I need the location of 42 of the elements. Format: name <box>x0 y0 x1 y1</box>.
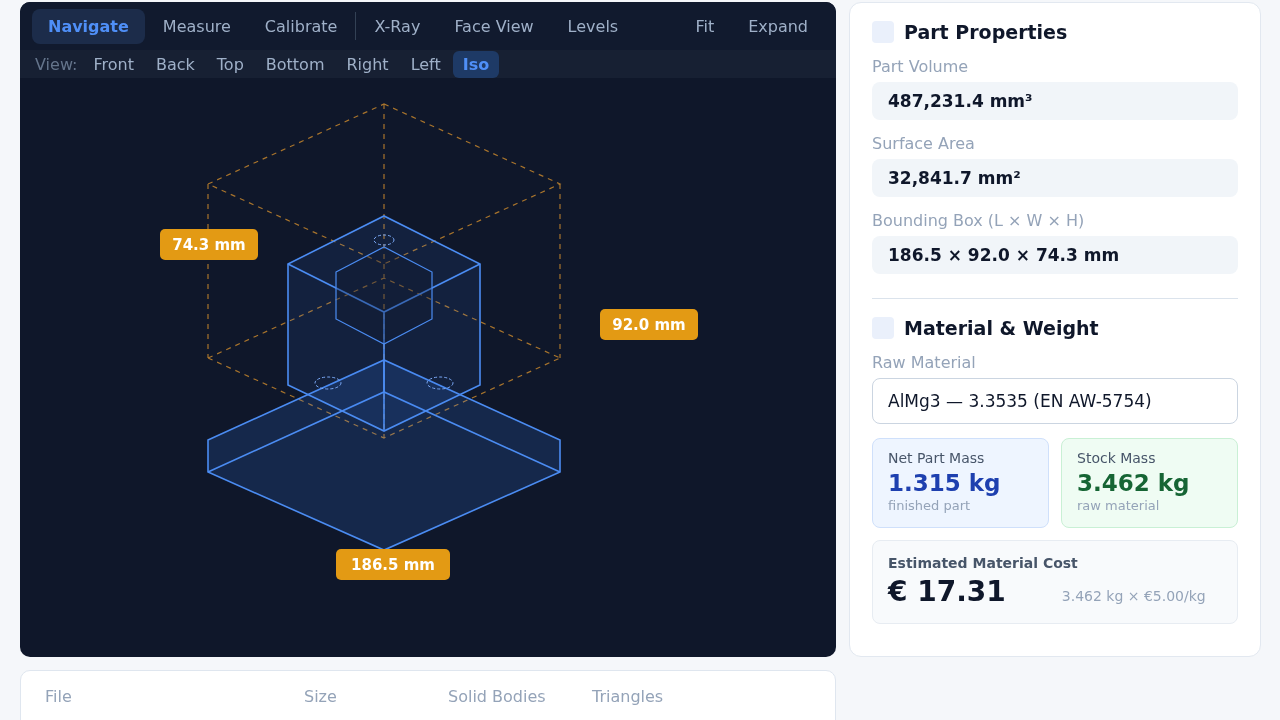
toolbar-button[interactable]: Expand <box>732 8 824 44</box>
view-button[interactable]: Front <box>83 50 144 78</box>
field-value: 32,841.7 mm² <box>872 159 1238 197</box>
field-label: Surface Area <box>872 134 976 153</box>
section-title: Material & Weight <box>904 317 1099 339</box>
dimension-label: 74.3 mm <box>160 229 258 260</box>
field-label: Raw Material <box>872 353 977 372</box>
mass-note: finished part <box>888 498 972 513</box>
column-header: File <box>45 687 73 708</box>
cost-label: Estimated Material Cost <box>888 555 1079 571</box>
mode-tab[interactable]: Levels <box>551 8 635 44</box>
mode-tab[interactable]: Face View <box>438 8 550 44</box>
column-header: Size <box>304 687 338 708</box>
mass-label: Stock Mass <box>1077 450 1157 466</box>
mode-tab[interactable]: X-Ray <box>358 8 437 44</box>
view-label: View: <box>35 54 78 74</box>
cost-formula: 3.462 kg × €5.00/kg <box>1061 588 1206 604</box>
column-header: Solid Bodies <box>448 687 547 708</box>
dimension-label: 186.5 mm <box>336 549 450 580</box>
mass-label: Net Part Mass <box>888 450 986 466</box>
field-value: 487,231.4 mm³ <box>872 82 1238 120</box>
dimension-label: 92.0 mm <box>600 309 698 340</box>
section-title: Part Properties <box>904 21 1068 43</box>
mode-tab[interactable]: Measure <box>146 8 247 44</box>
mass-value: 3.462 kg <box>1077 470 1191 496</box>
cost-value: € 17.31 <box>888 575 1006 608</box>
view-button[interactable]: Right <box>336 50 399 78</box>
field-value: 186.5 × 92.0 × 74.3 mm <box>872 236 1238 274</box>
field-label: Part Volume <box>872 57 970 76</box>
view-button[interactable]: Bottom <box>255 50 335 78</box>
field-label: Bounding Box (L × W × H) <box>872 211 1086 230</box>
mass-value: 1.315 kg <box>888 470 1002 496</box>
view-button[interactable]: Top <box>206 50 254 78</box>
view-button[interactable]: Back <box>145 50 205 78</box>
view-button[interactable]: Iso <box>452 50 500 78</box>
column-header: Triangles <box>592 687 665 708</box>
material-select[interactable]: AlMg3 — 3.3535 (EN AW-5754) <box>872 378 1238 424</box>
view-button[interactable]: Left <box>400 50 451 78</box>
mode-tab[interactable]: Navigate <box>32 8 145 44</box>
toolbar-button[interactable]: Fit <box>679 8 731 44</box>
mass-note: raw material <box>1077 498 1161 513</box>
mode-tab[interactable]: Calibrate <box>248 8 354 44</box>
